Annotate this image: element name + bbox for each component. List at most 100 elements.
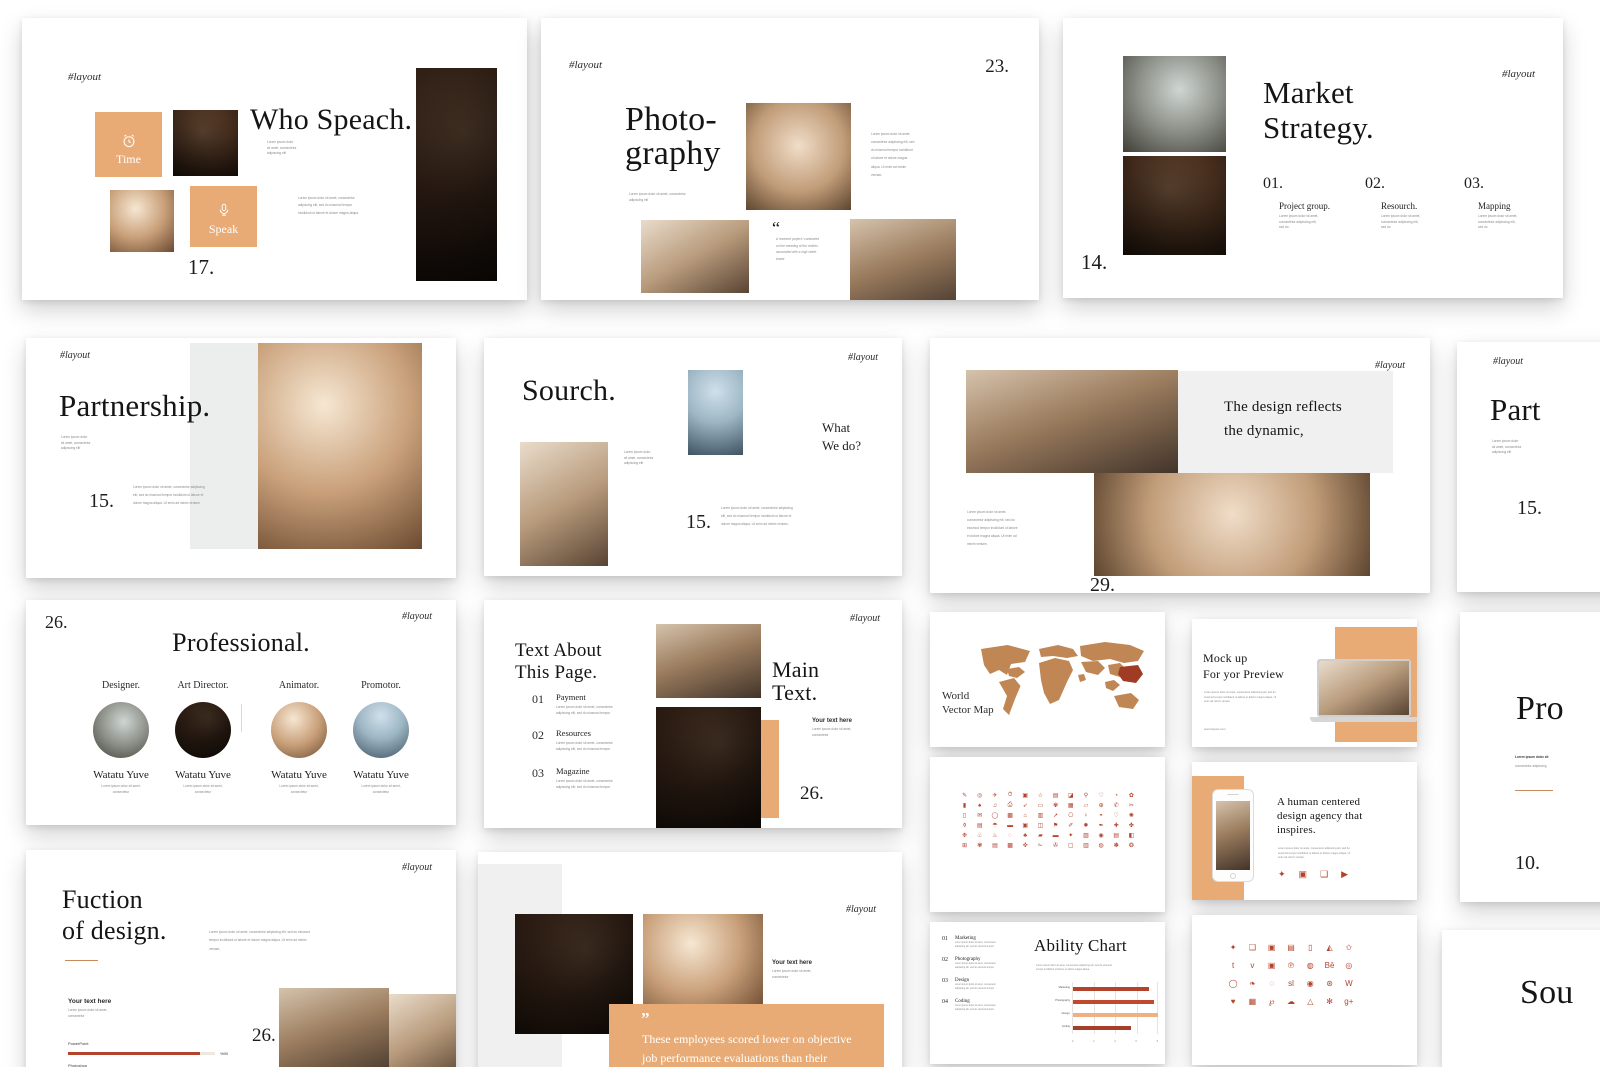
pack-icon[interactable]: ◍ bbox=[1095, 842, 1108, 849]
skype-icon[interactable]: ◍ bbox=[1303, 961, 1317, 970]
slide-market-strategy[interactable]: #layout Market Strategy. 01. Project gro… bbox=[1063, 18, 1563, 298]
rss-icon[interactable]: ▤ bbox=[1284, 943, 1298, 952]
pack-icon[interactable]: ▭ bbox=[1034, 802, 1047, 809]
instagram-icon[interactable]: ▣ bbox=[1299, 869, 1308, 880]
pack-icon[interactable]: ▮ bbox=[958, 802, 971, 809]
pack-icon[interactable]: ▢ bbox=[1064, 842, 1077, 849]
slide-fuction-of-design[interactable]: #layout Fuction of design. Lorem ipsum d… bbox=[26, 850, 456, 1067]
pack-icon[interactable]: ◔ bbox=[1110, 792, 1123, 799]
facebook-icon[interactable]: ❑ bbox=[1320, 869, 1328, 880]
team-member[interactable]: Animator. Watatu Yuve Lorem ipsum dolor … bbox=[254, 680, 344, 795]
pack-icon[interactable]: ♨ bbox=[988, 832, 1001, 839]
pack-icon[interactable]: ✉ bbox=[973, 812, 986, 819]
twitter-icon[interactable]: ✦ bbox=[1278, 869, 1286, 880]
card-icon-pack[interactable]: ✎ ◎ ✈ ⏱ ▣ ☆ ▤ ◪ ⚲ ♡ ◔ ✿ ▮ ♠ ♫ ⎙ ➶ ▭ ✾ ▦ … bbox=[930, 757, 1165, 912]
card-ability-chart[interactable]: 01 Marketing Lorem ipsum dolor sit amet,… bbox=[930, 922, 1165, 1064]
pack-icon[interactable]: ▰ bbox=[1034, 832, 1047, 839]
pack-icon[interactable]: ✜ bbox=[1019, 842, 1032, 849]
instagram-icon[interactable]: ▣ bbox=[1265, 961, 1279, 970]
card-world-map[interactable]: World Vector Map bbox=[930, 612, 1165, 747]
pack-icon[interactable]: ♧ bbox=[973, 832, 986, 839]
pack-icon[interactable]: ⚑ bbox=[1049, 822, 1062, 829]
heart-icon[interactable]: ♥ bbox=[1226, 997, 1240, 1006]
pack-icon[interactable]: ☆ bbox=[1034, 792, 1047, 799]
pinterest-icon[interactable]: ℗ bbox=[1284, 961, 1298, 970]
team-member[interactable]: Art Director. Watatu Yuve Lorem ipsum do… bbox=[158, 680, 248, 795]
pack-icon[interactable]: ◧ bbox=[1125, 832, 1138, 839]
pack-icon[interactable]: ▯ bbox=[958, 812, 971, 819]
pack-icon[interactable]: ▤ bbox=[1110, 832, 1123, 839]
star-icon[interactable]: ✩ bbox=[1342, 943, 1356, 952]
pack-icon[interactable]: ▥ bbox=[1079, 842, 1092, 849]
icon-grid[interactable]: ✎ ◎ ✈ ⏱ ▣ ☆ ▤ ◪ ⚲ ♡ ◔ ✿ ▮ ♠ ♫ ⎙ ➶ ▭ ✾ ▦ … bbox=[958, 792, 1138, 849]
dribbble-icon[interactable]: ▯ bbox=[1303, 943, 1317, 952]
wikipedia-icon[interactable]: W bbox=[1342, 979, 1356, 988]
pack-icon[interactable]: ⎔ bbox=[1064, 812, 1077, 819]
google-plus-icon[interactable]: g+ bbox=[1342, 997, 1356, 1006]
pack-icon[interactable]: ◫ bbox=[1034, 822, 1047, 829]
pack-icon[interactable]: ✇ bbox=[1049, 842, 1062, 849]
pack-icon[interactable]: ⚲ bbox=[1079, 792, 1092, 799]
pack-icon[interactable]: ▣ bbox=[1019, 792, 1032, 799]
pack-icon[interactable]: ✚ bbox=[1110, 822, 1123, 829]
linkedin-icon[interactable]: ▣ bbox=[1265, 943, 1279, 952]
pack-icon[interactable]: ♡ bbox=[1095, 792, 1108, 799]
tile-speak[interactable]: Speak bbox=[190, 186, 257, 247]
pack-icon[interactable]: ✿ bbox=[1125, 792, 1138, 799]
message-icon[interactable]: ◌ bbox=[1265, 979, 1279, 988]
pack-icon[interactable]: ✹ bbox=[1079, 822, 1092, 829]
blogger-icon[interactable]: ◉ bbox=[1303, 979, 1317, 988]
pack-icon[interactable]: ▥ bbox=[1034, 812, 1047, 819]
flickr-icon[interactable]: ❧ bbox=[1245, 979, 1259, 988]
slide-quote-employees[interactable]: #layout Your text here Lorem ipsum dolor… bbox=[478, 852, 902, 1067]
wordpress-icon[interactable]: ⊛ bbox=[1322, 979, 1336, 988]
slide-text-about[interactable]: #layout Text About This Page. 01 Payment… bbox=[484, 600, 902, 828]
card-sou-edge[interactable]: Sou bbox=[1442, 930, 1600, 1067]
slide-design-dynamic[interactable]: #layout The design reflects the dynamic,… bbox=[930, 338, 1430, 593]
pack-icon[interactable]: ▬ bbox=[1049, 832, 1062, 839]
windows-icon[interactable]: ▦ bbox=[1245, 997, 1259, 1006]
pack-icon[interactable]: ▤ bbox=[973, 822, 986, 829]
pack-icon[interactable]: ✆ bbox=[1110, 802, 1123, 809]
pack-icon[interactable]: ▬ bbox=[1004, 822, 1017, 829]
pack-icon[interactable]: ▣ bbox=[1019, 822, 1032, 829]
facebook-icon[interactable]: ❑ bbox=[1245, 943, 1259, 952]
pack-icon[interactable]: ⎙ bbox=[1004, 802, 1017, 809]
pack-icon[interactable]: ➚ bbox=[1049, 812, 1062, 819]
cloud-icon[interactable]: ☁ bbox=[1284, 997, 1298, 1006]
pack-icon[interactable]: ✈ bbox=[988, 792, 1001, 799]
pack-icon[interactable]: ❉ bbox=[958, 832, 971, 839]
pack-icon[interactable]: ⊞ bbox=[958, 842, 971, 849]
pack-icon[interactable]: ◌ bbox=[1004, 832, 1017, 839]
pack-icon[interactable]: ◪ bbox=[1064, 792, 1077, 799]
pack-icon[interactable]: ✺ bbox=[1125, 812, 1138, 819]
slide-partnership[interactable]: #layout Partnership. Lorem ipsum dolor s… bbox=[26, 338, 456, 578]
slide-professional[interactable]: #layout 26. Professional. Designer. Wata… bbox=[26, 600, 456, 825]
pack-icon[interactable]: ✤ bbox=[1125, 822, 1138, 829]
pack-icon[interactable]: ▤ bbox=[988, 842, 1001, 849]
pack-icon[interactable]: ♀ bbox=[1079, 812, 1092, 819]
pack-icon[interactable]: ◉ bbox=[1095, 832, 1108, 839]
slide-who-speach[interactable]: #layout Time Speak Who Speach. bbox=[22, 18, 527, 300]
pack-icon[interactable]: ✁ bbox=[1034, 842, 1047, 849]
pack-icon[interactable]: ▱ bbox=[1079, 802, 1092, 809]
vimeo-icon[interactable]: v bbox=[1245, 961, 1259, 970]
pack-icon[interactable]: ♠ bbox=[973, 802, 986, 809]
pack-icon[interactable]: ♣ bbox=[1019, 832, 1032, 839]
slide-pro-edge[interactable]: Pro Lorem ipsum dolor sit consectetur ad… bbox=[1460, 612, 1600, 902]
pack-icon[interactable]: ➶ bbox=[1019, 802, 1032, 809]
pack-icon[interactable]: ✒ bbox=[1095, 822, 1108, 829]
pack-icon[interactable]: ☂ bbox=[988, 822, 1001, 829]
pack-icon[interactable]: ✂ bbox=[1125, 802, 1138, 809]
card-mockup[interactable]: Mock up For yor Preview Lorem ipsum dolo… bbox=[1192, 619, 1417, 747]
path-icon[interactable]: ◯ bbox=[1226, 979, 1240, 988]
pack-icon[interactable]: ⊕ bbox=[1095, 802, 1108, 809]
pack-icon[interactable]: ✽ bbox=[1110, 842, 1123, 849]
amazon-icon[interactable]: ◭ bbox=[1322, 943, 1336, 952]
behance-icon[interactable]: Bē bbox=[1322, 961, 1336, 970]
team-member[interactable]: Promotor. Watatu Yuve Lorem ipsum dolor … bbox=[336, 680, 426, 795]
twitter-icon[interactable]: ✦ bbox=[1226, 943, 1240, 952]
pack-icon[interactable]: ✾ bbox=[1049, 802, 1062, 809]
slide-partnership-edge[interactable]: #layout Part Lorem ipsum dolor sit amet,… bbox=[1457, 342, 1600, 592]
pack-icon[interactable]: ▤ bbox=[1049, 792, 1062, 799]
